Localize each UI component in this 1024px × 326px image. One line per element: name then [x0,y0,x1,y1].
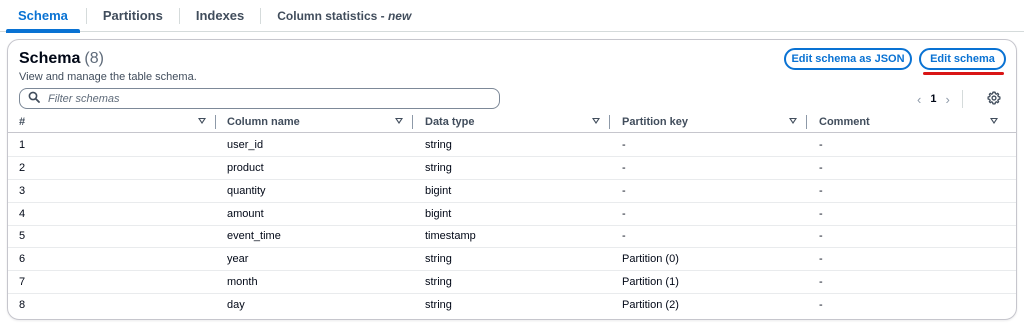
table-header: # Column name Data type Partition key Co… [8,112,1016,133]
cell-data-type: string [425,276,452,289]
cell-data-type: string [425,253,452,266]
cell-data-type: string [425,161,452,174]
cell-column-name: year [227,253,249,266]
current-page[interactable]: 1 [930,93,936,105]
next-page-button[interactable]: › [945,92,949,107]
cell-index: 3 [19,184,26,197]
search-icon [28,90,40,108]
tab-schema[interactable]: Schema [0,0,86,33]
cell-data-type: string [425,139,452,151]
cell-column-name: user_id [227,139,264,151]
table-row: 2 product string - - [8,157,1016,180]
column-header-index[interactable]: # [19,112,25,132]
cell-column-name: amount [227,207,264,220]
table-row: 1 user_id string - - [8,134,1016,157]
cell-partition-key: Partition (1) [622,276,679,289]
cell-partition-key: - [622,207,626,220]
cell-data-type: bigint [425,184,452,197]
cell-data-type: string [425,298,452,311]
tab-bar: Schema Partitions Indexes Column statist… [0,0,1024,33]
tab-indexes[interactable]: Indexes [180,0,260,32]
cell-data-type: timestamp [425,230,476,243]
cell-comment: - [819,207,823,220]
column-header-label: Partition key [622,116,689,128]
cell-column-name: quantity [227,184,266,197]
cell-partition-key: - [622,230,626,243]
filter-schemas-input[interactable] [46,91,486,106]
cell-comment: - [819,184,823,197]
tab-label: Partitions [102,8,163,23]
table-row: 3 quantity bigint - - [8,180,1016,203]
column-header-name[interactable]: Column name [227,112,300,132]
table-row: 8 day string Partition (2) - [8,294,1016,317]
cell-index: 7 [19,276,26,289]
cell-index: 1 [19,139,26,151]
column-header-type[interactable]: Data type [425,112,475,132]
tab-column-statistics[interactable]: Column statistics - new [261,0,427,32]
new-tag: new [387,8,412,23]
table-row: 4 amount bigint - - [8,203,1016,226]
edit-schema-button[interactable]: Edit schema [919,48,1006,70]
page-title: Schema (8) [19,50,104,68]
table-row: 7 month string Partition (1) - [8,271,1016,295]
cell-column-name: event_time [227,230,281,243]
tab-partitions[interactable]: Partitions [87,0,179,32]
cell-comment: - [819,161,823,174]
column-header-label: Data type [425,116,475,128]
cell-comment: - [819,230,823,243]
table-row: 5 event_time timestamp - - [8,225,1016,249]
pagination: ‹ 1 › [917,90,963,108]
cell-data-type: bigint [425,207,452,220]
schema-description: View and manage the table schema. [19,71,197,83]
cell-index: 5 [19,230,26,243]
cell-partition-key: - [622,161,626,174]
cell-index: 8 [19,298,26,311]
edit-schema-json-button[interactable]: Edit schema as JSON [784,48,912,70]
column-header-partition-key[interactable]: Partition key [622,112,688,132]
highlight-underline [923,72,1004,75]
column-header-comment[interactable]: Comment [819,112,870,132]
cell-comment: - [819,298,823,311]
cell-index: 2 [19,161,26,174]
tab-label: Indexes [195,8,245,23]
filter-box [19,88,500,109]
cell-index: 4 [19,207,26,220]
cell-comment: - [819,276,823,289]
cell-comment: - [819,253,823,266]
cell-comment: - [819,139,823,151]
column-header-label: Comment [819,116,870,128]
table-row: 6 year string Partition (0) - [8,248,1016,272]
cell-index: 6 [19,253,26,266]
schema-count: (8) [84,50,104,67]
cell-partition-key: Partition (2) [622,298,679,311]
cell-column-name: product [227,161,264,174]
column-header-label: # [19,116,26,128]
cell-column-name: day [227,298,245,311]
tab-label: Schema [18,8,68,23]
cell-partition-key: Partition (0) [622,253,679,266]
column-header-label: Column name [227,116,300,128]
cell-column-name: month [227,276,258,289]
pager-divider [961,90,963,108]
cell-partition-key: - [622,139,626,151]
schema-title: Schema [19,50,81,67]
schema-container: Schema (8) View and manage the table sch… [7,39,1017,320]
cell-partition-key: - [622,184,626,197]
gear-icon[interactable] [987,91,1003,107]
tab-label: Column statistics - [277,8,388,23]
prev-page-button[interactable]: ‹ [917,92,921,107]
